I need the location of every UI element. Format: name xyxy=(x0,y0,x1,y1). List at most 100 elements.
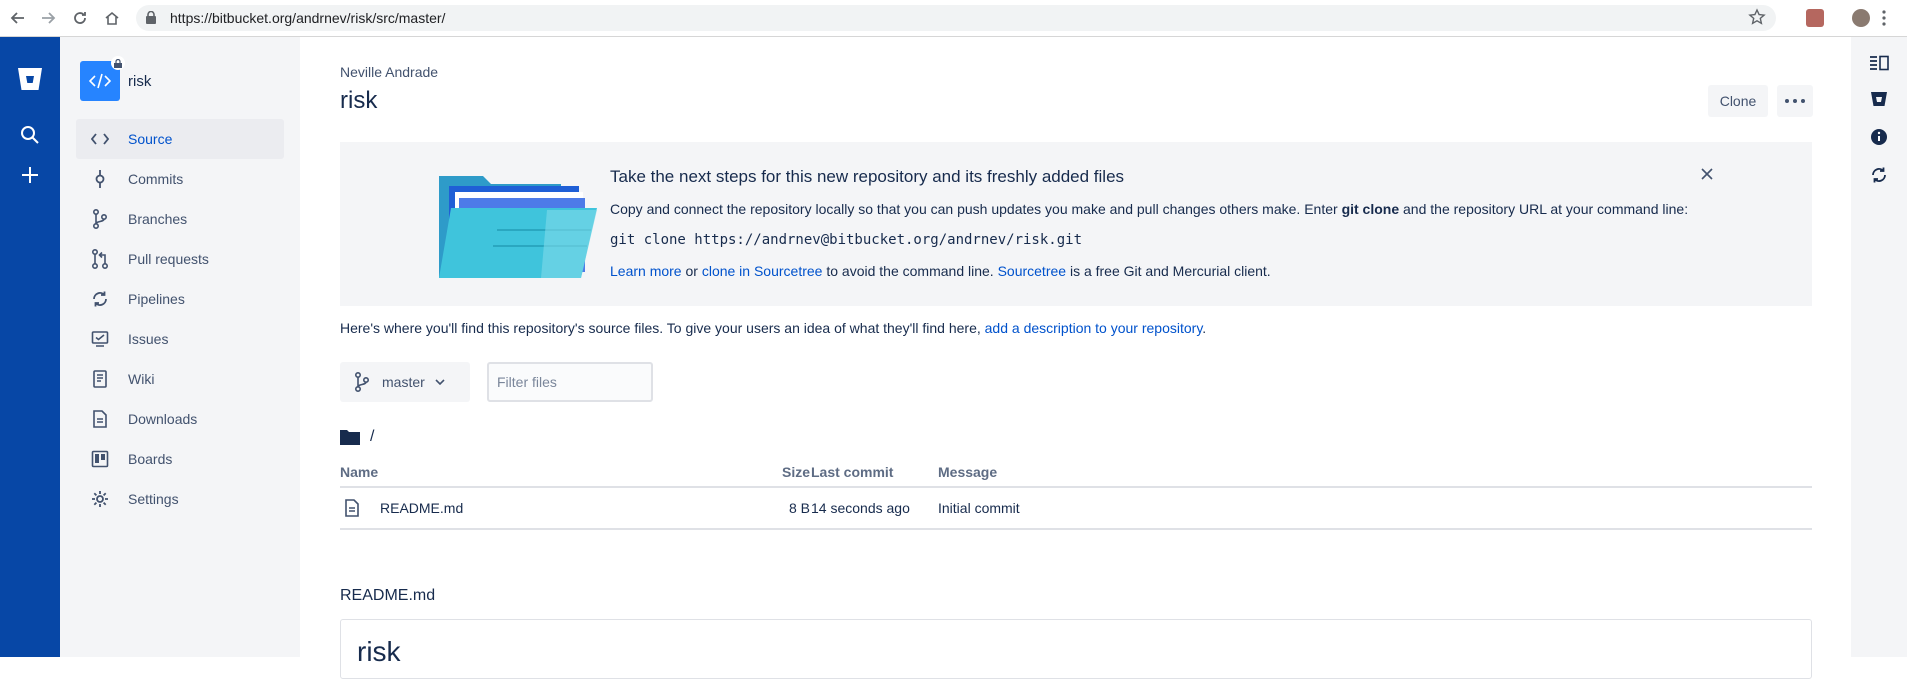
toggle-sidebar-icon[interactable] xyxy=(1867,51,1891,75)
repo-avatar xyxy=(80,56,125,101)
boards-icon xyxy=(88,447,112,471)
sync-icon[interactable] xyxy=(1867,163,1891,187)
readme-filename: README.md xyxy=(340,587,436,604)
add-description-link[interactable]: add a description to your repository xyxy=(985,320,1203,336)
clone-in-sourcetree-link[interactable]: clone in Sourcetree xyxy=(702,263,823,279)
col-name[interactable]: Name xyxy=(340,464,740,480)
browser-toolbar: https://bitbucket.org/andrnev/risk/src/m… xyxy=(0,0,1907,37)
reload-icon[interactable] xyxy=(70,8,90,28)
chevron-down-icon xyxy=(435,379,445,385)
commit-icon xyxy=(88,167,112,191)
repo-intro-text: Here's where you'll find this repository… xyxy=(340,320,1206,336)
close-icon xyxy=(1701,168,1713,180)
sidebar-item-branches[interactable]: Branches xyxy=(76,199,284,239)
file-last-commit[interactable]: 14 seconds ago xyxy=(811,500,910,516)
pipeline-icon xyxy=(88,287,112,311)
right-rail xyxy=(1851,37,1907,657)
sidebar-item-settings[interactable]: Settings xyxy=(76,479,284,519)
browser-menu-icon[interactable] xyxy=(1882,10,1886,26)
file-message[interactable]: Initial commit xyxy=(938,500,1020,516)
sidebar-item-commits[interactable]: Commits xyxy=(76,159,284,199)
plus-icon[interactable] xyxy=(14,159,46,191)
repo-header[interactable]: risk xyxy=(80,56,152,101)
clone-button[interactable]: Clone xyxy=(1708,85,1768,117)
branch-label: master xyxy=(382,374,425,390)
sidebar-item-boards[interactable]: Boards xyxy=(76,439,284,479)
desc-text: and the repository URL at your command l… xyxy=(1399,201,1689,217)
sidebar-item-wiki[interactable]: Wiki xyxy=(76,359,284,399)
filter-files-input[interactable] xyxy=(487,362,653,402)
learn-more-link[interactable]: Learn more xyxy=(610,263,682,279)
pdf-extension-icon[interactable] xyxy=(1806,9,1824,27)
links-text: is a free Git and Mercurial client. xyxy=(1066,263,1271,279)
folder-illustration xyxy=(437,170,597,283)
back-arrow-icon[interactable] xyxy=(8,8,28,28)
sidebar-item-label: Source xyxy=(128,131,173,147)
bitbucket-icon[interactable] xyxy=(1867,87,1891,111)
gear-icon xyxy=(88,487,112,511)
file-icon xyxy=(340,499,364,517)
file-table: Name Size Last commit Message README.md … xyxy=(340,458,1812,530)
sourcetree-link[interactable]: Sourcetree xyxy=(998,263,1066,279)
path-breadcrumb: / xyxy=(340,428,374,446)
address-bar[interactable]: https://bitbucket.org/andrnev/risk/src/m… xyxy=(136,5,1776,31)
folder-icon xyxy=(340,430,360,445)
close-banner-button[interactable] xyxy=(1697,164,1717,184)
wiki-icon xyxy=(88,367,112,391)
sidebar-item-label: Boards xyxy=(128,451,173,467)
sidebar-item-downloads[interactable]: Downloads xyxy=(76,399,284,439)
lock-icon xyxy=(146,10,156,29)
repo-nav: Source Commits Branches Pull requests Pi… xyxy=(76,119,284,519)
info-icon[interactable] xyxy=(1867,125,1891,149)
sidebar-item-label: Commits xyxy=(128,171,184,187)
code-icon xyxy=(88,127,112,151)
branch-icon xyxy=(355,372,370,392)
desc-bold: git clone xyxy=(1341,201,1400,217)
readme-heading: risk xyxy=(357,636,401,667)
sidebar-item-label: Wiki xyxy=(128,371,155,387)
download-icon xyxy=(88,407,112,431)
forward-arrow-icon[interactable] xyxy=(38,8,58,28)
bitbucket-logo-icon[interactable] xyxy=(14,63,46,95)
table-header: Name Size Last commit Message xyxy=(340,458,1812,488)
branch-icon xyxy=(88,207,112,231)
path-root[interactable]: / xyxy=(370,428,374,446)
more-dots-icon xyxy=(1785,99,1805,103)
col-size[interactable]: Size xyxy=(740,464,810,480)
links-text: or xyxy=(681,263,702,279)
sidebar-item-label: Pipelines xyxy=(128,291,185,307)
col-last-commit[interactable]: Last commit xyxy=(811,464,893,480)
branch-selector[interactable]: master xyxy=(340,362,470,402)
sidebar-item-label: Downloads xyxy=(128,411,198,427)
desc-text: Copy and connect the repository locally … xyxy=(610,201,1342,217)
repo-name: risk xyxy=(128,72,152,90)
sidebar-item-label: Branches xyxy=(128,211,188,227)
bookmark-star-icon[interactable] xyxy=(1748,8,1766,31)
url-text: https://bitbucket.org/andrnev/risk/src/m… xyxy=(170,10,446,26)
sidebar-item-pull-requests[interactable]: Pull requests xyxy=(76,239,284,279)
sidebar-item-source[interactable]: Source xyxy=(76,119,284,159)
pull-request-icon xyxy=(88,247,112,271)
links-text: to avoid the command line. xyxy=(822,263,998,279)
profile-avatar[interactable] xyxy=(1852,9,1870,27)
main-content: Neville Andrade risk Clone Take the next… xyxy=(340,37,1813,679)
issues-icon xyxy=(88,327,112,351)
readme-content: risk xyxy=(340,619,1812,679)
col-message[interactable]: Message xyxy=(938,464,997,480)
file-name-cell: README.md xyxy=(340,499,740,517)
banner-links: Learn more or clone in Sourcetree to avo… xyxy=(610,263,1271,279)
repo-owner-breadcrumb[interactable]: Neville Andrade xyxy=(340,64,438,80)
sidebar-item-pipelines[interactable]: Pipelines xyxy=(76,279,284,319)
table-row[interactable]: README.md 8 B 14 seconds ago Initial com… xyxy=(340,488,1812,530)
sidebar-item-label: Pull requests xyxy=(128,251,209,267)
file-link[interactable]: README.md xyxy=(380,500,463,516)
home-icon[interactable] xyxy=(102,8,122,28)
sidebar-item-issues[interactable]: Issues xyxy=(76,319,284,359)
clone-command[interactable]: git clone https://andrnev@bitbucket.org/… xyxy=(610,232,1082,248)
page-title: risk xyxy=(340,87,378,114)
banner-heading: Take the next steps for this new reposit… xyxy=(610,167,1125,186)
search-icon[interactable] xyxy=(14,119,46,151)
next-steps-banner: Take the next steps for this new reposit… xyxy=(340,142,1812,306)
more-actions-button[interactable] xyxy=(1777,85,1813,117)
intro-text: Here's where you'll find this repository… xyxy=(340,320,985,336)
